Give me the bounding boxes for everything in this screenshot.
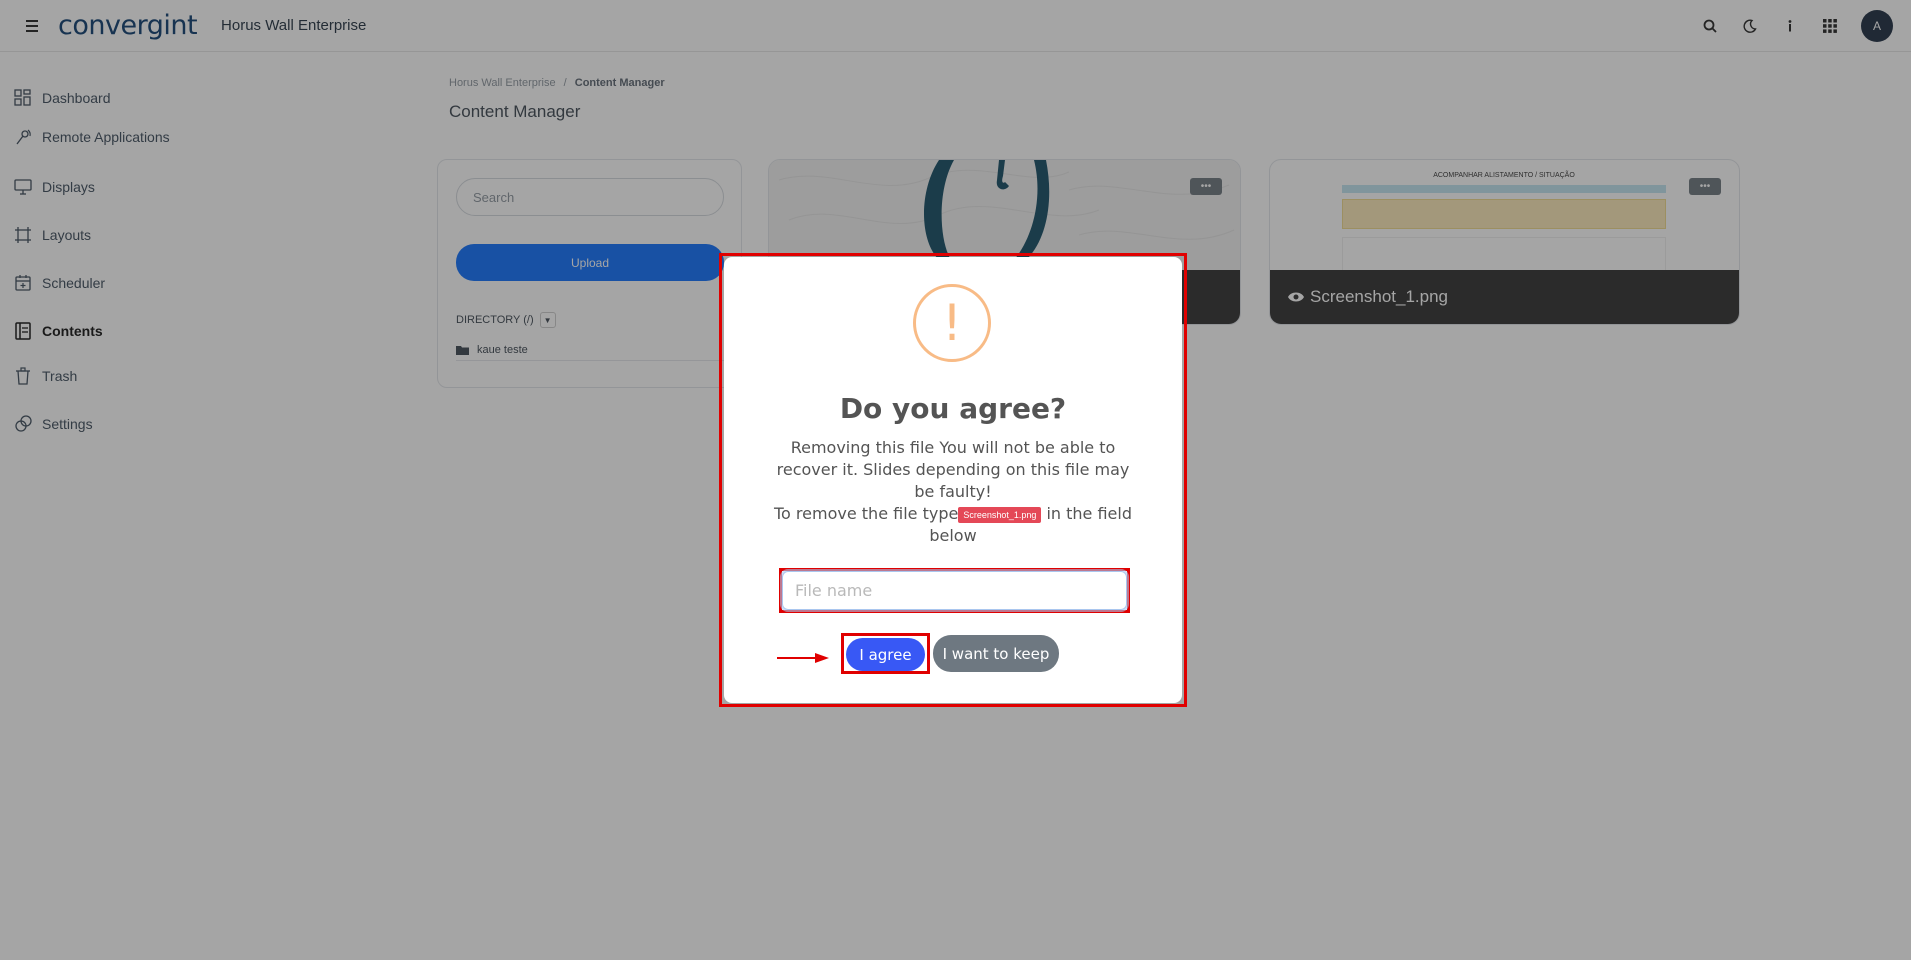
keep-button[interactable]: I want to keep xyxy=(933,635,1059,672)
filename-tag: Screenshot_1.png xyxy=(958,506,1042,523)
dialog-message-line1: Removing this file You will not be able … xyxy=(776,438,1130,501)
warning-icon: ! xyxy=(913,284,991,362)
dialog-title: Do you agree? xyxy=(839,392,1067,425)
dialog-message-prefix: To remove the file type xyxy=(774,504,959,523)
agree-button[interactable]: I agree xyxy=(846,638,925,671)
file-name-input[interactable]: File name xyxy=(782,571,1127,610)
dialog-message: Removing this file You will not be able … xyxy=(774,437,1132,547)
confirm-delete-dialog: ! Do you agree? Removing this file You w… xyxy=(724,257,1182,703)
arrow-right-icon xyxy=(777,653,829,663)
